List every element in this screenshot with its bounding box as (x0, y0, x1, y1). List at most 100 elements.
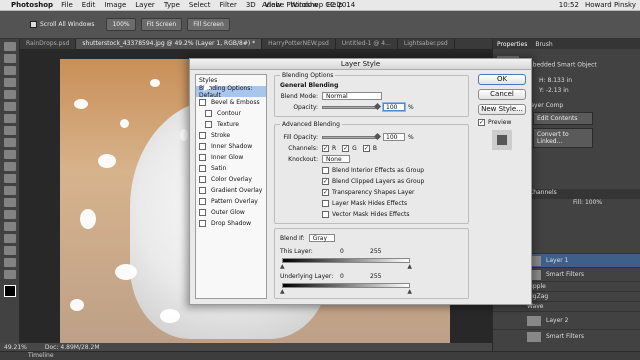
preview-checkbox[interactable]: ✓ (478, 119, 485, 126)
path-select-tool-icon[interactable] (3, 234, 16, 243)
fill-value[interactable]: 100% (585, 199, 602, 206)
style-checkbox[interactable] (199, 187, 206, 194)
underlying-black-knob[interactable]: ▲ (280, 288, 285, 295)
style-color-overlay[interactable]: Color Overlay (196, 174, 266, 185)
type-tool-icon[interactable] (3, 222, 16, 231)
style-outer-glow[interactable]: Outer Glow (196, 207, 266, 218)
fill-screen-button[interactable]: Fill Screen (187, 18, 230, 31)
channel-r-checkbox[interactable]: ✓ (322, 144, 329, 152)
slider-knob[interactable] (373, 132, 382, 140)
quick-select-tool-icon[interactable] (3, 78, 16, 87)
tab-properties[interactable]: Properties (497, 41, 527, 48)
menu-layer[interactable]: Layer (135, 1, 155, 9)
knockout-select[interactable]: None (322, 155, 350, 163)
tab-harrypotter[interactable]: HarryPotterNEW.psd (262, 39, 336, 49)
fill-opacity-input[interactable]: 100 (383, 133, 405, 141)
edit-contents-button[interactable]: Edit Contents (533, 112, 593, 125)
style-inner-shadow[interactable]: Inner Shadow (196, 141, 266, 152)
user-name[interactable]: Howard Pinsky (585, 1, 636, 9)
clone-tool-icon[interactable] (3, 138, 16, 147)
style-inner-glow[interactable]: Inner Glow (196, 152, 266, 163)
this-layer-white-knob[interactable]: ▲ (407, 263, 412, 270)
hand-tool-icon[interactable] (3, 258, 16, 267)
menu-select[interactable]: Select (189, 1, 211, 9)
menu-image[interactable]: Image (104, 1, 126, 9)
menu-type[interactable]: Type (164, 1, 180, 9)
blend-interior-checkbox[interactable] (322, 166, 329, 174)
app-menu[interactable]: Photoshop (11, 1, 53, 9)
crop-tool-icon[interactable] (3, 90, 16, 99)
shape-tool-icon[interactable] (3, 246, 16, 255)
blur-tool-icon[interactable] (3, 186, 16, 195)
y-value[interactable]: -2.13 in (546, 87, 569, 94)
blend-if-select[interactable]: Gray (308, 234, 335, 242)
scroll-all-windows-checkbox[interactable]: Scroll All Windows (30, 21, 94, 28)
eraser-tool-icon[interactable] (3, 162, 16, 171)
preview-checkbox-row[interactable]: ✓ Preview (478, 119, 528, 126)
marquee-tool-icon[interactable] (3, 54, 16, 63)
vector-mask-hides-checkbox[interactable] (322, 210, 329, 218)
move-tool-icon[interactable] (3, 42, 16, 51)
history-brush-tool-icon[interactable] (3, 150, 16, 159)
style-texture[interactable]: Texture (196, 119, 266, 130)
style-checkbox[interactable] (205, 121, 212, 128)
style-gradient-overlay[interactable]: Gradient Overlay (196, 185, 266, 196)
style-checkbox[interactable] (199, 198, 206, 205)
menu-file[interactable]: File (61, 1, 73, 9)
fill-opacity-slider[interactable] (322, 132, 382, 140)
tab-raindrops[interactable]: RainDrops.psd (20, 39, 77, 49)
style-checkbox[interactable] (199, 165, 206, 172)
style-checkbox[interactable] (205, 110, 212, 117)
cancel-button[interactable]: Cancel (478, 89, 526, 100)
style-checkbox[interactable] (199, 154, 206, 161)
menu-edit[interactable]: Edit (82, 1, 96, 9)
style-pattern-overlay[interactable]: Pattern Overlay (196, 196, 266, 207)
layer-mask-hides-checkbox[interactable] (322, 199, 329, 207)
tab-shutterstock[interactable]: shutterstock_43378594.jpg @ 49.2% (Layer… (76, 39, 263, 49)
tab-untitled[interactable]: Untitled-1 @ 4... (336, 39, 398, 49)
slider-knob[interactable] (373, 102, 382, 110)
timeline-panel-tab[interactable]: Timeline (0, 351, 640, 360)
tab-lightsaber[interactable]: Lightsaber.psd (398, 39, 455, 49)
zoom-100-button[interactable]: 100% (106, 18, 136, 31)
opacity-slider[interactable] (322, 102, 382, 110)
underlying-white-knob[interactable]: ▲ (407, 288, 412, 295)
foreground-color-swatch[interactable] (3, 285, 16, 297)
transparency-shapes-checkbox[interactable]: ✓ (322, 188, 329, 196)
dodge-tool-icon[interactable] (3, 198, 16, 207)
brush-tool-icon[interactable] (3, 126, 16, 135)
style-bevel-emboss[interactable]: Bevel & Emboss (196, 97, 266, 108)
blend-mode-select[interactable]: Normal (322, 92, 382, 100)
style-checkbox[interactable] (199, 99, 206, 106)
zoom-level[interactable]: 49.21% (4, 344, 27, 351)
healing-tool-icon[interactable] (3, 114, 16, 123)
h-value[interactable]: 8.133 in (547, 77, 572, 84)
style-drop-shadow[interactable]: Drop Shadow (196, 218, 266, 229)
style-checkbox[interactable] (199, 176, 206, 183)
doc-size[interactable]: Doc: 4.89M/28.2M (45, 344, 100, 351)
fit-screen-button[interactable]: Fit Screen (140, 18, 183, 31)
menu-3d[interactable]: 3D (246, 1, 256, 9)
layer-row-layer2[interactable]: Layer 2 (493, 311, 640, 329)
channel-g-checkbox[interactable]: ✓ (342, 144, 350, 152)
pen-tool-icon[interactable] (3, 210, 16, 219)
convert-to-linked-button[interactable]: Convert to Linked... (533, 128, 593, 148)
style-checkbox[interactable] (199, 209, 206, 216)
style-checkbox[interactable] (199, 220, 206, 227)
lasso-tool-icon[interactable] (3, 66, 16, 75)
layer-row-smart-filters-2[interactable]: Smart Filters (493, 329, 640, 343)
menu-filter[interactable]: Filter (220, 1, 237, 9)
channel-b-checkbox[interactable]: ✓ (362, 144, 370, 152)
style-satin[interactable]: Satin (196, 163, 266, 174)
style-stroke[interactable]: Stroke (196, 130, 266, 141)
eyedropper-tool-icon[interactable] (3, 102, 16, 111)
style-contour[interactable]: Contour (196, 108, 266, 119)
zoom-tool-icon[interactable] (3, 270, 16, 279)
ok-button[interactable]: OK (478, 74, 526, 85)
gradient-tool-icon[interactable] (3, 174, 16, 183)
blend-clipped-checkbox[interactable]: ✓ (322, 177, 329, 185)
style-checkbox[interactable] (199, 143, 206, 150)
this-layer-black-knob[interactable]: ▲ (280, 263, 285, 270)
opacity-input[interactable]: 100 (383, 103, 405, 111)
style-checkbox[interactable] (199, 132, 206, 139)
